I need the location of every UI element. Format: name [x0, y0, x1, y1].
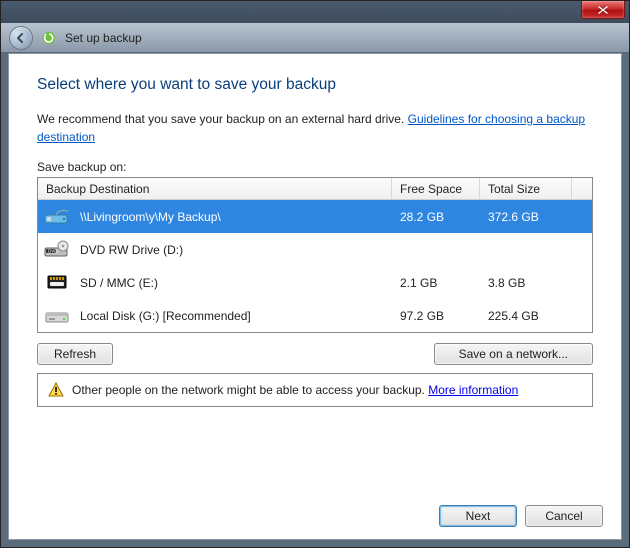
- backup-setup-icon: [41, 30, 57, 46]
- total-size: 225.4 GB: [480, 309, 572, 323]
- warning-text: Other people on the network might be abl…: [72, 383, 428, 397]
- network-drive-icon: [44, 206, 72, 228]
- refresh-button[interactable]: Refresh: [37, 343, 113, 365]
- free-space: 97.2 GB: [392, 309, 480, 323]
- save-on-label: Save backup on:: [37, 160, 593, 174]
- destination-name: DVD RW Drive (D:): [80, 243, 183, 257]
- save-on-network-button[interactable]: Save on a network...: [434, 343, 593, 365]
- svg-text:DVD: DVD: [48, 248, 58, 253]
- titlebar: [1, 1, 629, 23]
- nav-title: Set up backup: [65, 31, 142, 45]
- close-button[interactable]: [581, 1, 625, 19]
- warning-box: Other people on the network might be abl…: [37, 373, 593, 407]
- destination-row[interactable]: \\Livingroom\y\My Backup\ 28.2 GB 372.6 …: [38, 200, 592, 233]
- next-button[interactable]: Next: [439, 505, 517, 527]
- wizard-window: Set up backup Select where you want to s…: [0, 0, 630, 548]
- free-space: 28.2 GB: [392, 210, 480, 224]
- recommend-prefix: We recommend that you save your backup o…: [37, 112, 408, 126]
- warning-text-wrap: Other people on the network might be abl…: [72, 383, 518, 397]
- col-header-destination[interactable]: Backup Destination: [38, 178, 392, 199]
- button-row: Refresh Save on a network...: [37, 343, 593, 365]
- close-icon: [598, 6, 608, 14]
- total-size: 3.8 GB: [480, 276, 572, 290]
- grid-header: Backup Destination Free Space Total Size: [38, 178, 592, 200]
- destination-grid: Backup Destination Free Space Total Size…: [37, 177, 593, 333]
- free-space: 2.1 GB: [392, 276, 480, 290]
- destination-row[interactable]: Local Disk (G:) [Recommended] 97.2 GB 22…: [38, 299, 592, 332]
- destination-name: \\Livingroom\y\My Backup\: [80, 210, 221, 224]
- col-header-free-space[interactable]: Free Space: [392, 178, 480, 199]
- destination-name: SD / MMC (E:): [80, 276, 158, 290]
- col-header-spacer: [572, 178, 592, 199]
- dvd-drive-icon: DVD: [44, 239, 72, 261]
- local-disk-icon: [44, 305, 72, 327]
- total-size: 372.6 GB: [480, 210, 572, 224]
- footer-buttons: Next Cancel: [439, 505, 603, 527]
- destination-name: Local Disk (G:) [Recommended]: [80, 309, 251, 323]
- page-heading: Select where you want to save your backu…: [37, 76, 593, 94]
- col-header-total-size[interactable]: Total Size: [480, 178, 572, 199]
- grid-body: \\Livingroom\y\My Backup\ 28.2 GB 372.6 …: [38, 200, 592, 332]
- destination-row[interactable]: DVD DVD RW Drive (D:): [38, 233, 592, 266]
- recommend-text: We recommend that you save your backup o…: [37, 110, 593, 146]
- cancel-button[interactable]: Cancel: [525, 505, 603, 527]
- back-button[interactable]: [9, 26, 33, 50]
- arrow-left-icon: [15, 32, 27, 44]
- warning-icon: [48, 382, 64, 398]
- content-pane: Select where you want to save your backu…: [8, 53, 622, 540]
- sd-card-icon: [44, 272, 72, 294]
- destination-row[interactable]: SD / MMC (E:) 2.1 GB 3.8 GB: [38, 266, 592, 299]
- more-info-link[interactable]: More information: [428, 383, 518, 397]
- nav-bar: Set up backup: [1, 23, 629, 53]
